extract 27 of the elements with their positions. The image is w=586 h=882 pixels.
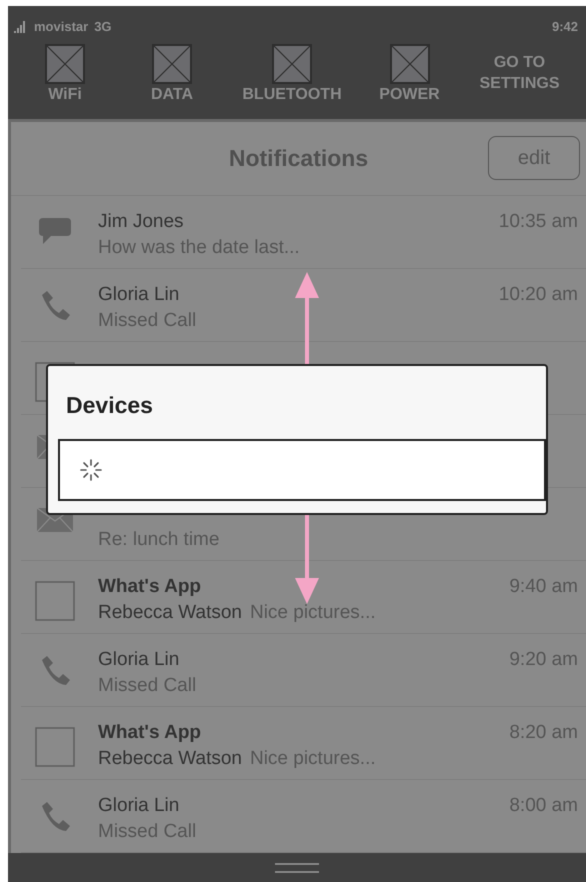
- quick-toggle[interactable]: BLUETOOTH: [222, 44, 362, 104]
- notifications-title: Notifications: [228, 145, 368, 172]
- clock-time: 9:42: [552, 18, 578, 34]
- square-icon: [34, 581, 74, 622]
- network-type: 3G: [94, 18, 112, 34]
- sender-name: Rebecca Watson: [98, 601, 242, 626]
- signal-icon: [14, 19, 28, 33]
- quick-toggle[interactable]: WiFi: [8, 44, 122, 104]
- notification-title: What's App: [98, 721, 202, 746]
- dialog-title: Devices: [66, 391, 153, 420]
- sender-name: Rebecca Watson: [98, 747, 242, 772]
- crossed-box-icon: [152, 44, 192, 84]
- crossed-box-icon: [45, 44, 85, 84]
- notification-title: What's App: [98, 575, 202, 600]
- speech-bubble-icon: [36, 216, 72, 246]
- notification-title: Gloria Lin: [98, 794, 180, 818]
- notification-title: Gloria Lin: [98, 283, 180, 308]
- quick-toggle[interactable]: POWER: [362, 44, 457, 104]
- carrier-name: movistar: [34, 18, 88, 34]
- notification-title: Jim Jones: [98, 210, 185, 234]
- square-icon: [34, 727, 74, 768]
- quick-toggle[interactable]: DATA: [122, 44, 222, 104]
- notification-title: Gloria Lin: [98, 648, 180, 672]
- go-to-settings-button[interactable]: GO TO SETTINGS: [457, 44, 582, 94]
- crossed-box-icon: [390, 44, 430, 84]
- crossed-box-icon: [272, 44, 312, 84]
- drag-handle-icon[interactable]: [275, 862, 319, 873]
